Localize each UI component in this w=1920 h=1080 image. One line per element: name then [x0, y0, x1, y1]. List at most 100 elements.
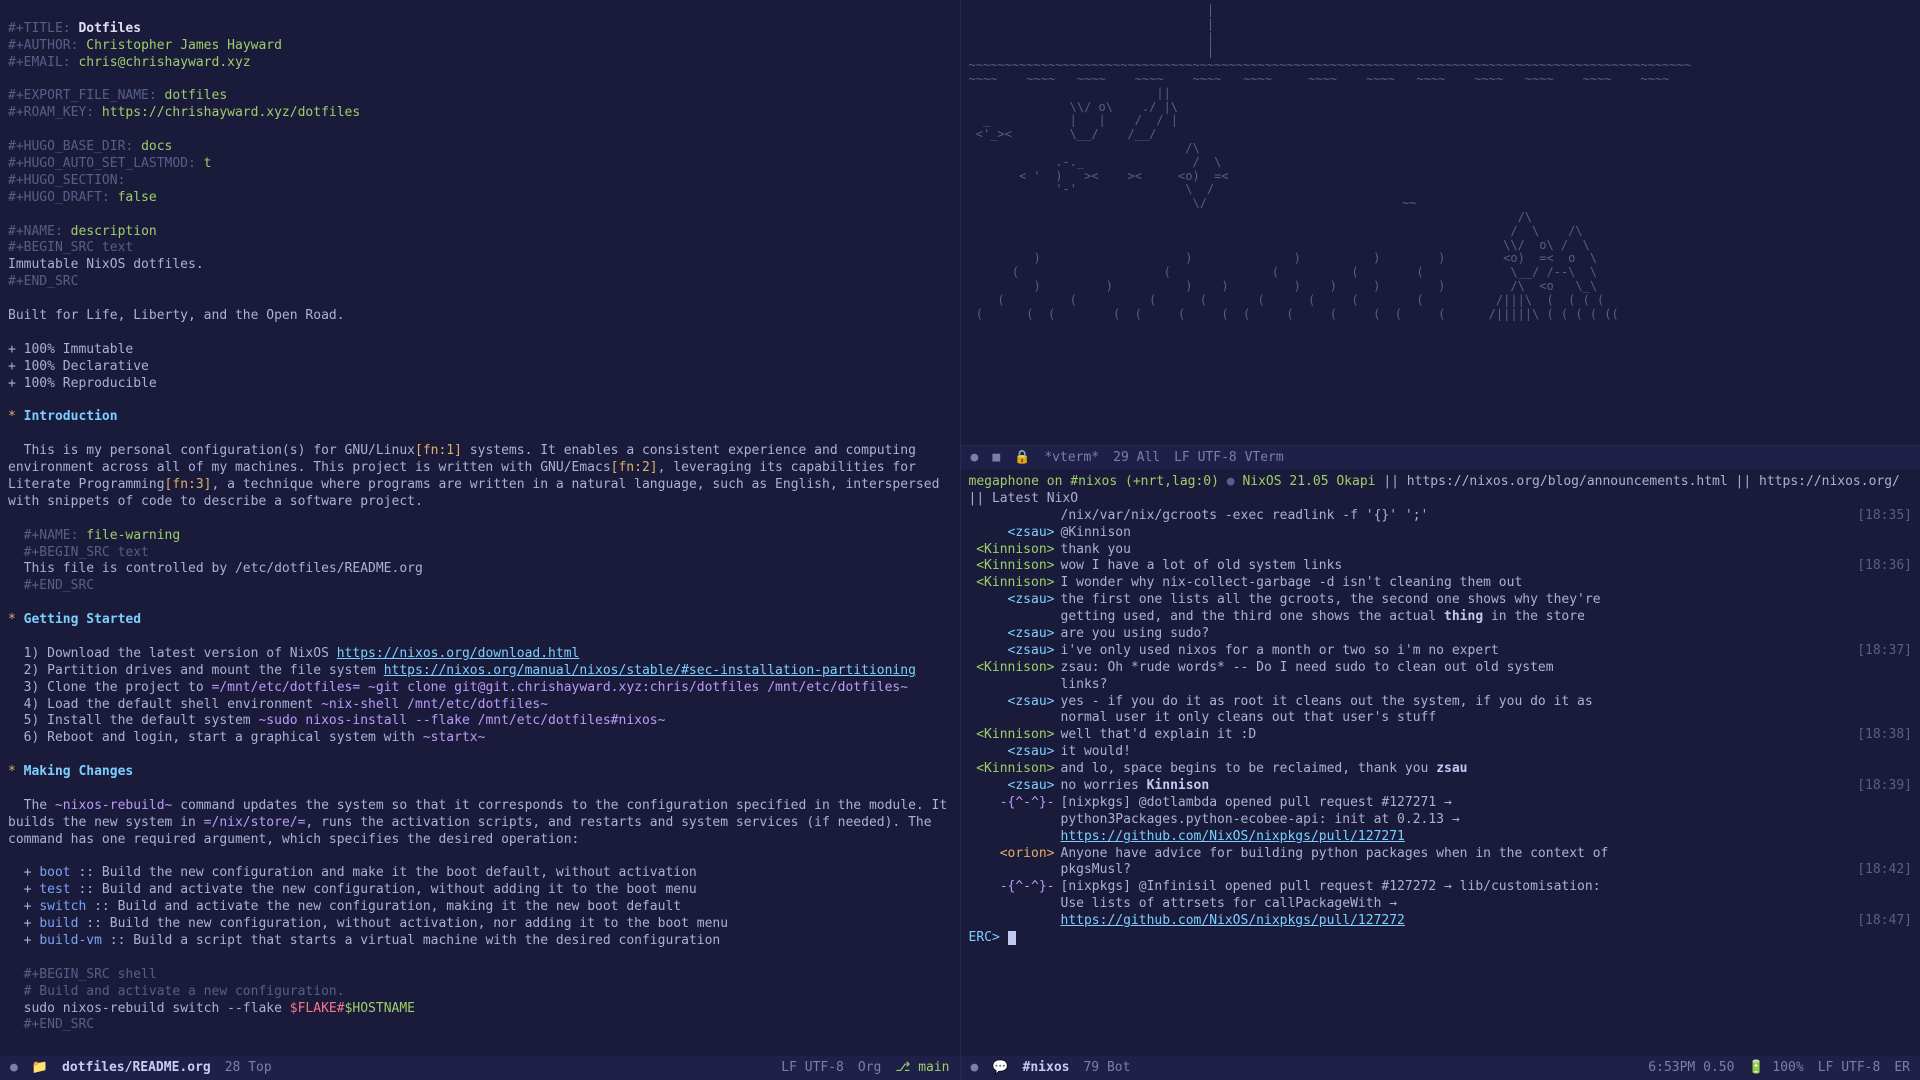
irc-nick [969, 710, 1061, 727]
org-value: https://chrishayward.xyz/dotfiles [102, 105, 360, 120]
irc-nick [969, 913, 1061, 930]
battery: 🔋 100% [1748, 1060, 1803, 1077]
link[interactable]: https://github.com/NixOS/nixpkgs/pull/12… [1061, 913, 1405, 928]
def-desc: :: Build and activate the new configurat… [78, 882, 696, 897]
irc-text: and lo, space begins to be reclaimed, th… [1061, 761, 1913, 778]
heading-star: * [8, 409, 16, 424]
modeline-vterm: ● ■ 🔒 *vterm* 29 All LF UTF-8 VTerm [961, 446, 1920, 470]
heading[interactable]: Getting Started [24, 612, 141, 627]
org-name: file-warning [86, 528, 180, 543]
def-kw: build-vm [39, 933, 102, 948]
irc-pane: megaphone on #nixos (+nrt,lag:0) ● NixOS… [961, 470, 1920, 1080]
irc-text: wow I have a lot of old system links [1061, 558, 1846, 575]
org-buffer[interactable]: #+TITLE: Dotfiles #+AUTHOR: Christopher … [0, 0, 960, 1056]
org-author: Christopher James Hayward [86, 38, 282, 53]
irc-text: getting used, and the third one shows th… [1061, 609, 1913, 626]
irc-text: zsau: Oh *rude words* -- Do I need sudo … [1061, 660, 1913, 677]
footnote-ref[interactable]: [fn:1] [415, 443, 462, 458]
def-desc: :: Build and activate the new configurat… [94, 899, 681, 914]
timestamp: [18:36] [1845, 558, 1912, 575]
irc-nick: -{^-^}- [969, 795, 1061, 812]
paragraph: The [24, 798, 55, 813]
inline-code: ~startx~ [423, 730, 486, 745]
irc-text: well that'd explain it :D [1061, 727, 1846, 744]
buffer-name[interactable]: dotfiles/README.org [62, 1060, 211, 1077]
clock: 6:53PM 0.50 [1648, 1060, 1734, 1077]
def-kw: build [39, 916, 78, 931]
irc-message: -{^-^}-[nixpkgs] @Infinisil opened pull … [969, 879, 1913, 896]
bullet: + 100% Declarative [8, 359, 149, 374]
irc-message: <zsau>i've only used nixos for a month o… [969, 643, 1913, 660]
erc-prompt: ERC> [969, 930, 1008, 945]
org-keyword: #+EMAIL: [8, 55, 71, 70]
irc-text: i've only used nixos for a month or two … [1061, 643, 1846, 660]
irc-message: <Kinnison>zsau: Oh *rude words* -- Do I … [969, 660, 1913, 677]
heading-star: * [8, 612, 16, 627]
heading[interactable]: Introduction [24, 409, 118, 424]
encoding: LF UTF-8 [781, 1060, 844, 1077]
irc-text: the first one lists all the gcroots, the… [1061, 592, 1913, 609]
shell-var: $HOSTNAME [345, 1001, 415, 1016]
link[interactable]: https://nixos.org/download.html [337, 646, 580, 661]
status-indicator-icon: ● [971, 1060, 979, 1077]
irc-nick [969, 829, 1061, 846]
cursor[interactable] [1008, 931, 1016, 945]
timestamp: [18:42] [1845, 862, 1912, 879]
irc-nick: <orion> [969, 846, 1061, 863]
irc-message: https://github.com/NixOS/nixpkgs/pull/12… [969, 913, 1913, 930]
buffer-name[interactable]: *vterm* [1044, 450, 1099, 467]
status-indicator-icon: ● [971, 450, 979, 467]
org-keyword: #+ROAM_KEY: [8, 105, 94, 120]
footnote-ref[interactable]: [fn:2] [611, 460, 658, 475]
def-desc: :: Build the new configuration and make … [78, 865, 696, 880]
inline-code: ~nixos-rebuild~ [55, 798, 172, 813]
major-mode: Org [858, 1060, 881, 1077]
irc-nick [969, 609, 1061, 626]
paragraph: This is my personal configuration(s) for… [24, 443, 415, 458]
irc-message: <zsau>it would! [969, 744, 1913, 761]
heading[interactable]: Making Changes [24, 764, 134, 779]
org-value: docs [141, 139, 172, 154]
channel-name[interactable]: #nixos [1023, 1060, 1070, 1077]
irc-text: normal user it only cleans out that user… [1061, 710, 1913, 727]
irc-text: I wonder why nix-collect-garbage -d isn'… [1061, 575, 1913, 592]
org-keyword: #+HUGO_SECTION: [8, 173, 125, 188]
src-end: #+END_SRC [24, 578, 94, 593]
src-begin: #+BEGIN_SRC text [8, 240, 133, 255]
irc-text: [nixpkgs] @Infinisil opened pull request… [1061, 879, 1913, 896]
irc-message: <zsau>the first one lists all the gcroot… [969, 592, 1913, 609]
irc-buffer[interactable]: megaphone on #nixos (+nrt,lag:0) ● NixOS… [961, 470, 1920, 1056]
src-begin: #+BEGIN_SRC text [24, 545, 149, 560]
vterm-pane[interactable]: | | | | ~~~~~~~~~~~~~~~~~~~~~~~~~~~~~~~~… [961, 0, 1920, 446]
link[interactable]: https://nixos.org/manual/nixos/stable/#s… [384, 663, 916, 678]
encoding: LF UTF-8 [1174, 450, 1237, 465]
irc-text: @Kinnison [1061, 525, 1913, 542]
step: 2) Partition drives and mount the file s… [24, 663, 384, 678]
shell-var: $FLAKE [290, 1001, 337, 1016]
org-value: dotfiles [165, 88, 228, 103]
irc-message: <orion>Anyone have advice for building p… [969, 846, 1913, 863]
irc-nick: <Kinnison> [969, 761, 1061, 778]
irc-message: getting used, and the third one shows th… [969, 609, 1913, 626]
bullet: + 100% Reproducible [8, 376, 157, 391]
irc-nick: <Kinnison> [969, 558, 1061, 575]
irc-text: https://github.com/NixOS/nixpkgs/pull/12… [1061, 913, 1846, 930]
inline-code: =/nix/store/= [204, 815, 306, 830]
branch-name: main [918, 1060, 949, 1075]
folder-icon: 📁 [32, 1060, 48, 1077]
irc-text: are you using sudo? [1061, 626, 1913, 643]
irc-message: <Kinnison>and lo, space begins to be rec… [969, 761, 1913, 778]
step: 6) Reboot and login, start a graphical s… [24, 730, 423, 745]
irc-message: python3Packages.python-ecobee-api: init … [969, 812, 1913, 829]
irc-message: Use lists of attrsets for callPackageWit… [969, 896, 1913, 913]
footnote-ref[interactable]: [fn:3] [165, 477, 212, 492]
irc-nick: <zsau> [969, 778, 1061, 795]
org-keyword: #+NAME: [24, 528, 79, 543]
irc-text: it would! [1061, 744, 1913, 761]
def-desc: :: Build the new configuration, without … [86, 916, 728, 931]
inline-code: ~nix-shell /mnt/etc/dotfiles~ [321, 697, 548, 712]
def-desc: :: Build a script that starts a virtual … [110, 933, 720, 948]
chat-icon: 💬 [992, 1060, 1008, 1077]
link[interactable]: https://github.com/NixOS/nixpkgs/pull/12… [1061, 829, 1405, 844]
src-end: #+END_SRC [8, 274, 78, 289]
